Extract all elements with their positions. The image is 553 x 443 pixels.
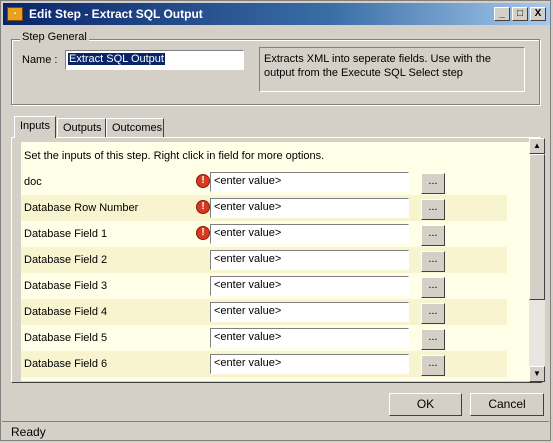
input-row-label: Database Field 6	[24, 358, 108, 370]
input-row: Database Field 4 <enter value> ...	[21, 299, 507, 325]
error-icon: !	[196, 226, 210, 240]
ellipsis-button[interactable]: ...	[421, 355, 445, 376]
input-value-field[interactable]: <enter value>	[210, 172, 409, 192]
input-row: Database Field 1 ! <enter value> ...	[21, 221, 507, 247]
name-input-value: Extract SQL Output	[68, 53, 165, 65]
ellipsis-button[interactable]: ...	[421, 329, 445, 350]
name-label: Name :	[22, 54, 58, 66]
ellipsis-button[interactable]: ...	[421, 225, 445, 246]
app-icon: ▪	[7, 7, 23, 21]
maximize-button[interactable]: □	[512, 7, 528, 21]
input-value-field[interactable]: <enter value>	[210, 276, 409, 296]
input-value-field[interactable]: <enter value>	[210, 328, 409, 348]
error-icon: !	[196, 174, 210, 188]
input-row-label: Database Field 5	[24, 332, 108, 344]
input-row: doc ! <enter value> ...	[21, 169, 507, 195]
ellipsis-button[interactable]: ...	[421, 173, 445, 194]
input-row-label: Database Field 2	[24, 254, 108, 266]
input-row: Database Field 3 <enter value> ...	[21, 273, 507, 299]
cancel-button[interactable]: Cancel	[470, 393, 544, 416]
step-general-legend: Step General	[20, 31, 89, 43]
inputs-grid: Set the inputs of this step. Right click…	[21, 142, 529, 381]
scroll-down-icon[interactable]: ▼	[529, 366, 545, 382]
inputs-hint: Set the inputs of this step. Right click…	[24, 150, 325, 162]
input-row: Database Field 2 <enter value> ...	[21, 247, 507, 273]
ellipsis-button[interactable]: ...	[421, 303, 445, 324]
ellipsis-button[interactable]: ...	[421, 199, 445, 220]
input-row-label: Database Row Number	[24, 202, 139, 214]
ellipsis-button[interactable]: ...	[421, 251, 445, 272]
tab-inputs[interactable]: Inputs	[14, 116, 56, 138]
status-text: Ready	[11, 425, 46, 439]
input-value-field[interactable]: <enter value>	[210, 198, 409, 218]
tab-outputs[interactable]: Outputs	[57, 118, 106, 138]
input-value-field[interactable]: <enter value>	[210, 302, 409, 322]
input-value-field[interactable]: <enter value>	[210, 354, 409, 374]
status-bar: Ready	[2, 421, 549, 439]
minimize-button[interactable]: _	[494, 7, 510, 21]
input-value-field[interactable]: <enter value>	[210, 250, 409, 270]
window-title: Edit Step - Extract SQL Output	[29, 7, 203, 21]
ok-button[interactable]: OK	[389, 393, 462, 416]
input-row: Database Field 5 <enter value> ...	[21, 325, 507, 351]
input-row: Database Row Number ! <enter value> ...	[21, 195, 507, 221]
scroll-up-icon[interactable]: ▲	[529, 138, 545, 154]
input-row-label: Database Field 3	[24, 280, 108, 292]
input-row-label: doc	[24, 176, 42, 188]
ellipsis-button[interactable]: ...	[421, 277, 445, 298]
input-row: Database Field 6 <enter value> ...	[21, 351, 507, 377]
step-description: Extracts XML into seperate fields. Use w…	[259, 47, 525, 92]
input-value-field[interactable]: <enter value>	[210, 224, 409, 244]
input-row-label: Database Field 1	[24, 228, 108, 240]
error-icon: !	[196, 200, 210, 214]
name-input[interactable]: Extract SQL Output	[65, 50, 244, 70]
close-button[interactable]: X	[530, 7, 546, 21]
scrollbar-thumb[interactable]	[529, 154, 545, 300]
title-bar[interactable]: ▪ Edit Step - Extract SQL Output _ □ X	[3, 3, 550, 25]
vertical-scrollbar[interactable]: ▲ ▼	[529, 138, 545, 382]
tab-outcomes[interactable]: Outcomes	[106, 118, 164, 138]
input-row-label: Database Field 4	[24, 306, 108, 318]
